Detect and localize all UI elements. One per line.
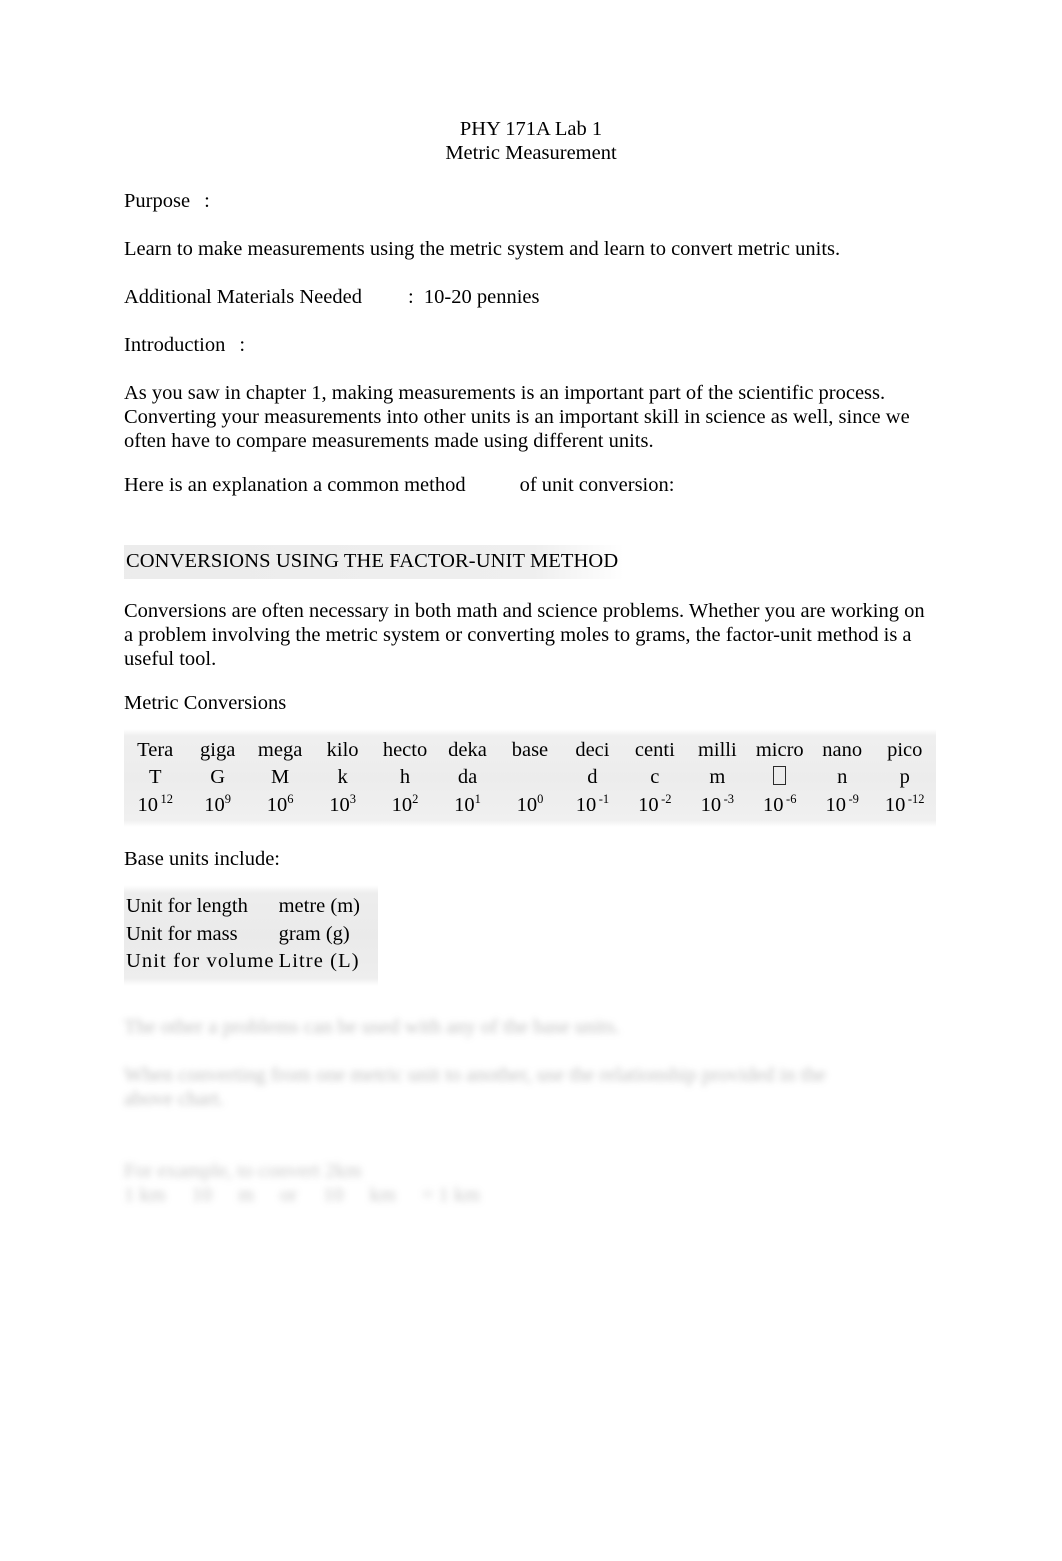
base-units-table-wrap: Unit for length metre (m) Unit for mass gra… — [124, 885, 378, 986]
metric-prefix-cell: mega — [257, 739, 303, 761]
obscured-line-1: The other a problems can be used with an… — [124, 1015, 620, 1038]
title-line-1: PHY 171A Lab 1 — [459, 118, 603, 140]
materials-label: Additional Materials Needed — [124, 286, 362, 308]
metric-symbol-cell: M — [271, 766, 290, 788]
purpose-heading: Purpose: — [124, 189, 938, 213]
base-units-label: Base units include: — [124, 848, 281, 870]
metric-power-cell: 10 -1 — [575, 792, 610, 816]
obscured-line-4: 1 km 10 m or 10 km = 1 km — [124, 1183, 938, 1207]
table-row-prefixes: Tera giga mega kilo hecto deka base deci centi mi… — [124, 735, 936, 764]
base-unit-row: Unit for volume Litre (L) — [126, 948, 360, 976]
metric-prefix-cell: hecto — [382, 739, 428, 761]
obscured-token: 10 — [323, 1183, 344, 1206]
introduction-colon: : — [239, 334, 246, 356]
metric-conversion-table-wrap: Tera giga mega kilo hecto deka base deci centi mi… — [124, 729, 936, 827]
metric-prefix-cell: nano — [822, 739, 863, 761]
explanation-text-after: of unit conversion: — [519, 474, 675, 496]
metric-prefix-cell: micro — [755, 739, 804, 761]
introduction-heading: Introduction: — [124, 333, 938, 357]
metric-symbol-cell: d — [587, 766, 598, 788]
metric-prefix-cell: kilo — [326, 739, 359, 761]
metric-symbol-cell: k — [337, 766, 348, 788]
metric-symbol-cell — [749, 764, 811, 791]
metric-symbol-cell: n — [837, 766, 848, 788]
obscured-token: or — [280, 1183, 298, 1206]
metric-power-cell: 106 — [266, 792, 294, 816]
obscured-token: m — [238, 1183, 255, 1206]
metric-power-cell: 10 -12 — [884, 792, 925, 816]
metric-prefix-cell: pico — [887, 739, 923, 761]
metric-symbol-cell: m — [709, 766, 726, 788]
introduction-label: Introduction — [124, 334, 226, 356]
obscured-line-2a: When converting from one metric unit to … — [124, 1063, 826, 1086]
document-body: PHY 171A Lab 1 Metric Measurement Purpos… — [124, 118, 938, 1207]
materials-colon: : — [407, 286, 414, 308]
metric-symbol-cell — [499, 764, 561, 791]
metric-symbol-cell: da — [457, 766, 478, 788]
obscured-paragraph-3: For example, to convert 2km 1 km 10 m or 10 k… — [124, 1159, 938, 1207]
metric-symbol-cell: h — [399, 766, 411, 788]
conversions-heading-wrap: CONVERSIONS USING THE FACTOR-UNIT METHOD — [124, 545, 938, 579]
metric-power-cell: 10 -9 — [825, 792, 859, 816]
base-unit-row: Unit for length metre (m) — [126, 893, 360, 921]
metric-power-cell: 10 -2 — [638, 792, 672, 816]
document-title: PHY 171A Lab 1 Metric Measurement — [124, 118, 938, 165]
obscured-token: = 1 km — [421, 1183, 481, 1206]
base-unit-row: Unit for mass gram (g) — [126, 921, 360, 949]
base-unit-label: Unit for mass — [126, 922, 238, 945]
missing-glyph-icon — [773, 766, 787, 785]
obscured-token: 1 km — [124, 1183, 166, 1206]
document-page: PHY 171A Lab 1 Metric Measurement Purpos… — [0, 0, 1062, 1561]
metric-symbol-cell: G — [210, 766, 226, 788]
obscured-line-2b: above chart. — [124, 1087, 225, 1110]
base-units-table: Unit for length metre (m) Unit for mass gra… — [126, 893, 360, 976]
explanation-text-before: Here is an explanation a common method — [124, 474, 466, 496]
metric-power-cell: 100 — [516, 792, 544, 816]
obscured-paragraph-1: The other a problems can be used with an… — [124, 1015, 938, 1039]
metric-prefix-cell: deka — [448, 739, 487, 761]
purpose-label: Purpose — [124, 190, 191, 212]
introduction-text: As you saw in chapter 1, making measurem… — [124, 382, 910, 452]
metric-prefix-cell: milli — [697, 739, 737, 761]
metric-conversion-table: Tera giga mega kilo hecto deka base deci centi mi… — [124, 735, 936, 819]
metric-prefix-cell: centi — [634, 739, 675, 761]
obscured-paragraph-2: When converting from one metric unit to … — [124, 1063, 938, 1111]
metric-prefix-cell: Tera — [137, 739, 174, 761]
table-row-powers: 10 12 109 106 103 102 101 100 10 -1 10 -2 10 -3 10 -6 10… — [124, 791, 936, 819]
obscured-line-3: For example, to convert 2km — [124, 1159, 362, 1182]
metric-symbol-cell: T — [148, 766, 162, 788]
purpose-text: Learn to make measurements using the met… — [124, 238, 841, 260]
metric-power-cell: 10 -6 — [763, 792, 797, 816]
metric-power-cell: 109 — [204, 792, 232, 816]
obscured-token: 10 — [191, 1183, 213, 1206]
title-line-2: Metric Measurement — [445, 141, 617, 164]
materials-value: 10-20 pennies — [423, 286, 540, 308]
base-unit-value: Litre (L) — [278, 950, 360, 972]
base-unit-value: gram (g) — [278, 922, 350, 945]
metric-symbol-cell: p — [899, 766, 910, 788]
metric-power-cell: 103 — [329, 792, 356, 816]
metric-prefix-cell: giga — [200, 739, 236, 761]
obscured-token: km — [369, 1183, 396, 1206]
metric-symbol-cell: c — [650, 766, 660, 788]
conversions-heading: CONVERSIONS USING THE FACTOR-UNIT METHOD — [124, 545, 625, 579]
purpose-colon: : — [204, 190, 210, 212]
additional-materials: Additional Materials Needed: 10-20 penni… — [124, 285, 938, 309]
explanation-text: Here is an explanation a common method of… — [124, 473, 938, 497]
base-unit-value: metre (m) — [278, 895, 360, 917]
metric-prefix-cell: base — [511, 739, 549, 761]
metric-prefix-cell: deci — [575, 739, 610, 761]
metric-power-cell: 10 -3 — [700, 792, 735, 816]
table-row-symbols: T G Mk h da d c m n p — [124, 764, 936, 791]
base-units-body: Unit for length metre (m) Unit for mass gra… — [126, 893, 360, 976]
base-unit-label: Unit for length — [126, 895, 248, 917]
metric-conversions-label: Metric Conversions — [124, 692, 287, 714]
metric-power-cell: 101 — [454, 792, 481, 816]
metric-power-cell: 10 12 — [137, 792, 173, 816]
metric-power-cell: 102 — [391, 792, 419, 816]
base-unit-label: Unit for volume — [126, 950, 275, 972]
conversions-paragraph: Conversions are often necessary in both … — [124, 600, 925, 670]
